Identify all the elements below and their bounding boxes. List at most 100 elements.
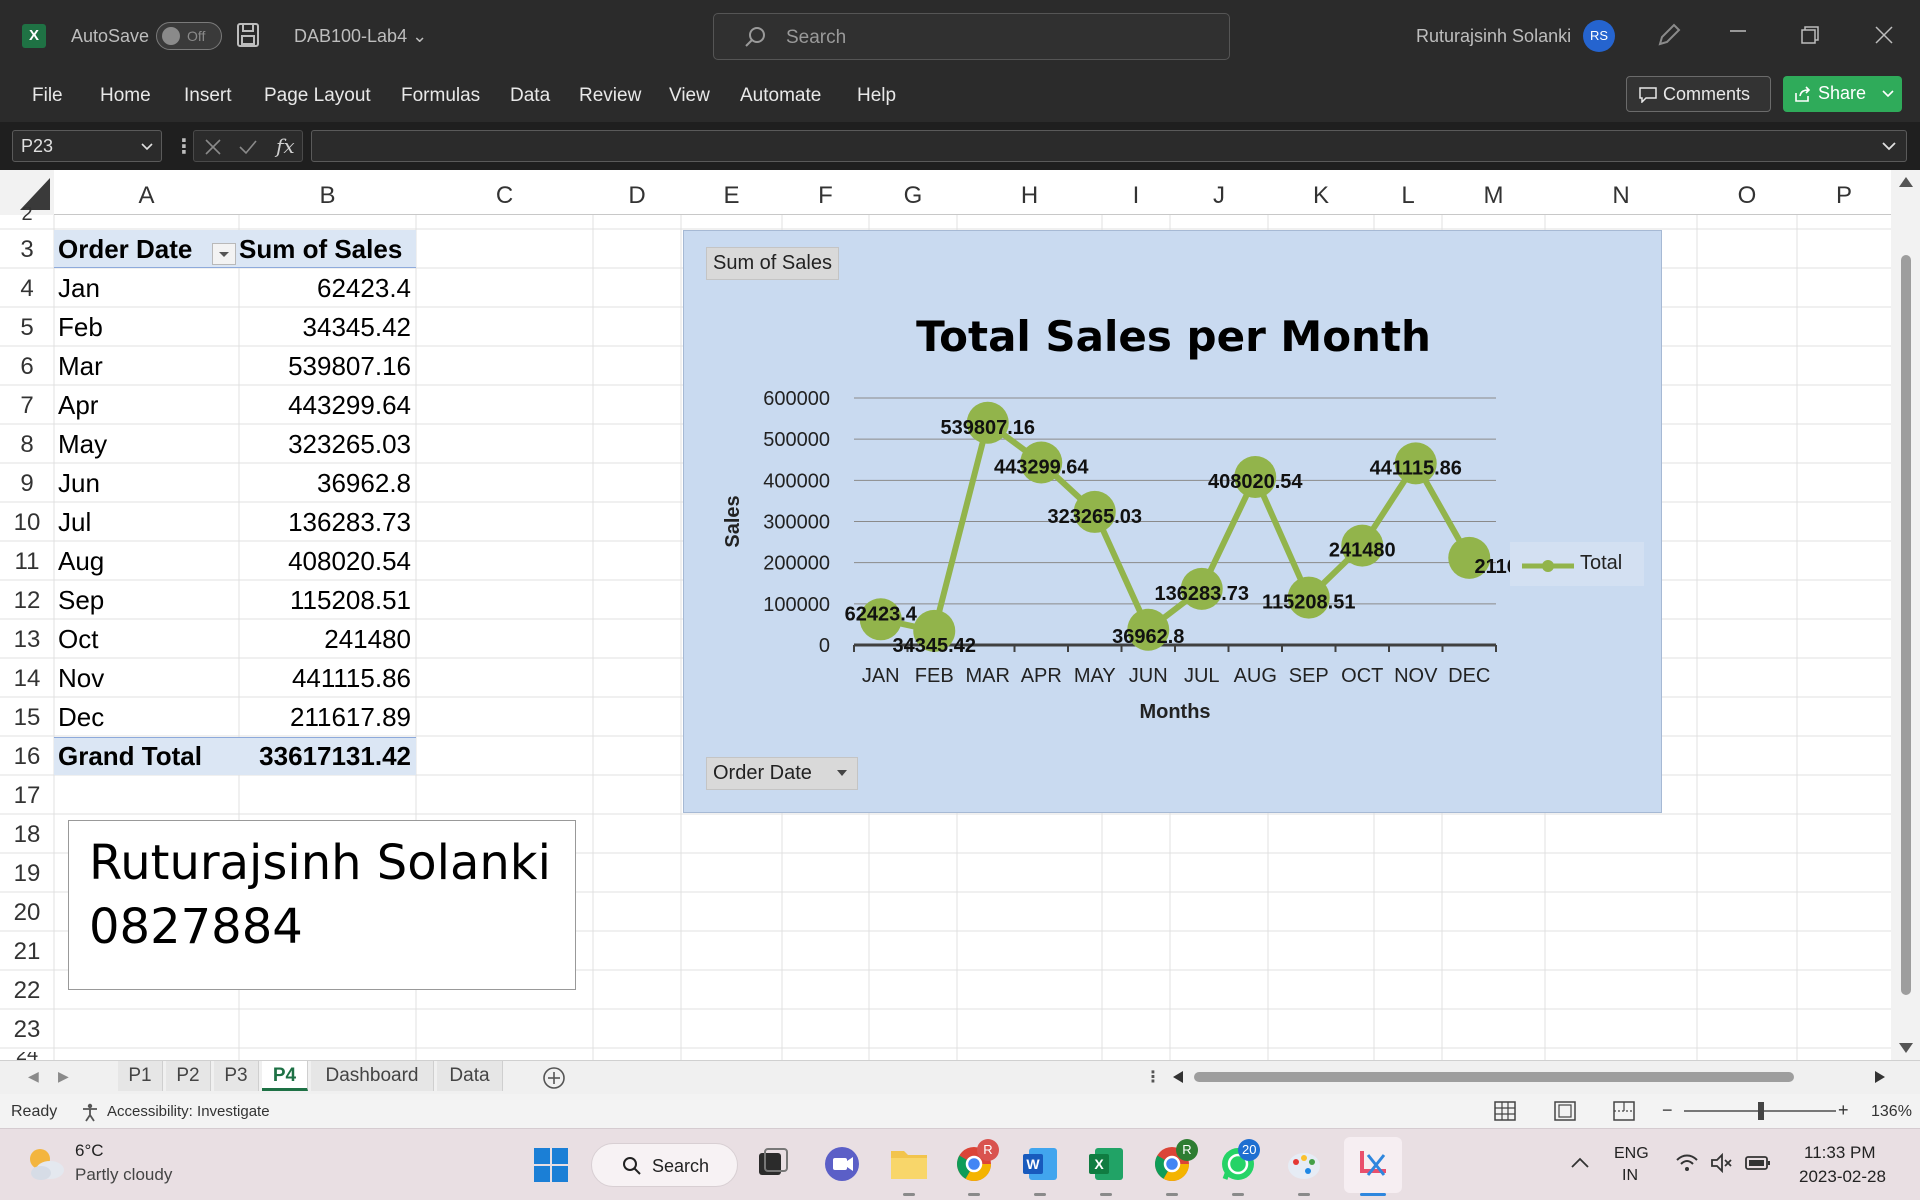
pivot-row-label[interactable]: Feb	[58, 312, 103, 343]
pivot-row-label[interactable]: May	[58, 429, 107, 460]
tab-formulas[interactable]: Formulas	[401, 85, 480, 107]
share-button[interactable]: Share	[1783, 76, 1902, 112]
pivot-row-label[interactable]: Mar	[58, 351, 103, 382]
column-header-p[interactable]: P	[1797, 182, 1891, 210]
weather-icon[interactable]	[24, 1143, 68, 1183]
zoom-level[interactable]: 136%	[1871, 1103, 1912, 1121]
pivot-row-label[interactable]: Sep	[58, 585, 104, 616]
sheet-tab-dashboard[interactable]: Dashboard	[311, 1061, 434, 1091]
pivot-row-value[interactable]: 323265.03	[239, 429, 411, 460]
scrollbar-thumb[interactable]	[1194, 1072, 1794, 1082]
pivot-row-value[interactable]: 36962.8	[239, 468, 411, 499]
row-header[interactable]: 17	[0, 782, 54, 810]
row-header[interactable]: 18	[0, 821, 54, 849]
clock-date[interactable]: 2023-02-28	[1799, 1167, 1886, 1187]
pivot-value-header[interactable]: Sum of Sales	[239, 234, 402, 265]
pivot-row-label[interactable]: Dec	[58, 702, 104, 733]
row-header[interactable]: 23	[0, 1016, 54, 1044]
row-header[interactable]: 6	[0, 353, 54, 381]
column-header-d[interactable]: D	[593, 182, 681, 210]
pen-icon[interactable]	[1656, 22, 1682, 48]
row-header[interactable]: 20	[0, 899, 54, 927]
grand-total-label[interactable]: Grand Total	[58, 741, 202, 772]
file-explorer-icon[interactable]	[889, 1145, 929, 1181]
row-header[interactable]: 3	[0, 236, 54, 264]
row-header[interactable]: 16	[0, 743, 54, 771]
tab-help[interactable]: Help	[857, 85, 896, 107]
battery-icon[interactable]	[1745, 1155, 1771, 1171]
row-header[interactable]: 15	[0, 704, 54, 732]
scroll-tabs-left-icon[interactable]: ◀	[28, 1068, 39, 1085]
column-header-f[interactable]: F	[782, 182, 869, 210]
avatar[interactable]: RS	[1583, 20, 1615, 52]
scroll-tabs-right-icon[interactable]: ▶	[58, 1068, 69, 1085]
pivot-row-label[interactable]: Jan	[58, 273, 100, 304]
tab-home[interactable]: Home	[100, 85, 151, 107]
scroll-down-icon[interactable]	[1898, 1042, 1914, 1054]
order-date-field-button[interactable]: Order Date	[706, 757, 858, 790]
paint-icon[interactable]	[1285, 1145, 1323, 1183]
column-header-i[interactable]: I	[1102, 182, 1170, 210]
add-sheet-icon[interactable]	[542, 1066, 566, 1090]
scroll-right-icon[interactable]	[1874, 1070, 1886, 1084]
worksheet[interactable]: A B C D E F G H I J K L M N O P 2 3 4 5 …	[0, 170, 1920, 1060]
insert-function-button[interactable]: fx	[276, 134, 295, 158]
chevron-down-icon[interactable]	[1882, 142, 1896, 151]
column-header-k[interactable]: K	[1268, 182, 1374, 210]
formula-input[interactable]	[311, 130, 1907, 162]
column-header-c[interactable]: C	[416, 182, 593, 210]
row-header[interactable]: 2	[0, 207, 54, 229]
row-header[interactable]: 13	[0, 626, 54, 654]
page-layout-view-icon[interactable]	[1554, 1101, 1576, 1121]
pivot-row-value[interactable]: 34345.42	[239, 312, 411, 343]
taskbar-search[interactable]: Search	[591, 1143, 738, 1187]
page-break-view-icon[interactable]	[1613, 1101, 1635, 1121]
word-icon[interactable]: W	[1021, 1145, 1059, 1183]
row-header[interactable]: 14	[0, 665, 54, 693]
cancel-icon[interactable]	[204, 138, 222, 156]
pivot-row-value[interactable]: 408020.54	[239, 546, 411, 577]
tab-insert[interactable]: Insert	[184, 85, 232, 107]
sheet-tab-p1[interactable]: P1	[118, 1061, 163, 1091]
zoom-out-button[interactable]: −	[1662, 1100, 1673, 1121]
file-name-dropdown[interactable]: DAB100-Lab4 ⌄	[294, 26, 427, 47]
zoom-in-button[interactable]: +	[1838, 1100, 1849, 1121]
pivot-row-label[interactable]: Apr	[58, 390, 98, 421]
row-header[interactable]: 24	[0, 1052, 54, 1060]
more-icon[interactable]: ⋮	[1145, 1067, 1161, 1087]
user-name[interactable]: Ruturajsinh Solanki	[1416, 26, 1571, 47]
pivot-row-value[interactable]: 136283.73	[239, 507, 411, 538]
pivot-chart[interactable]: Sum of Sales Total Sales per Month 0 1000…	[683, 230, 1662, 813]
row-header[interactable]: 21	[0, 938, 54, 966]
column-header-n[interactable]: N	[1545, 182, 1697, 210]
minimize-icon[interactable]	[1728, 21, 1748, 41]
tab-file[interactable]: File	[32, 85, 63, 107]
search-box[interactable]: Search	[713, 13, 1230, 60]
sheet-tab-p2[interactable]: P2	[166, 1061, 211, 1091]
language-code[interactable]: ENG	[1614, 1145, 1649, 1163]
clock-time[interactable]: 11:33 PM	[1804, 1143, 1876, 1163]
row-header[interactable]: 4	[0, 275, 54, 303]
row-header[interactable]: 10	[0, 509, 54, 537]
excel-icon[interactable]: X	[1087, 1145, 1125, 1183]
pivot-row-label[interactable]: Jun	[58, 468, 100, 499]
pivot-row-label[interactable]: Oct	[58, 624, 98, 655]
pivot-row-label[interactable]: Nov	[58, 663, 104, 694]
column-header-l[interactable]: L	[1374, 182, 1442, 210]
weather-desc[interactable]: Partly cloudy	[75, 1165, 172, 1185]
restore-icon[interactable]	[1800, 25, 1820, 45]
pivot-row-value[interactable]: 62423.4	[239, 273, 411, 304]
tab-review[interactable]: Review	[579, 85, 641, 107]
scroll-left-icon[interactable]	[1172, 1070, 1184, 1084]
comments-button[interactable]: Comments	[1626, 76, 1771, 112]
pivot-row-value[interactable]: 441115.86	[239, 663, 411, 694]
column-header-j[interactable]: J	[1170, 182, 1268, 210]
chevron-up-icon[interactable]	[1570, 1157, 1590, 1169]
scrollbar-thumb[interactable]	[1901, 255, 1911, 995]
scroll-up-icon[interactable]	[1898, 176, 1914, 188]
windows-start-icon[interactable]	[533, 1147, 569, 1183]
weather-temp[interactable]: 6°C	[75, 1141, 104, 1161]
grand-total-value[interactable]: 33617131.42	[239, 741, 411, 772]
pivot-row-value[interactable]: 241480	[239, 624, 411, 655]
more-icon[interactable]: ⋮	[174, 134, 194, 159]
